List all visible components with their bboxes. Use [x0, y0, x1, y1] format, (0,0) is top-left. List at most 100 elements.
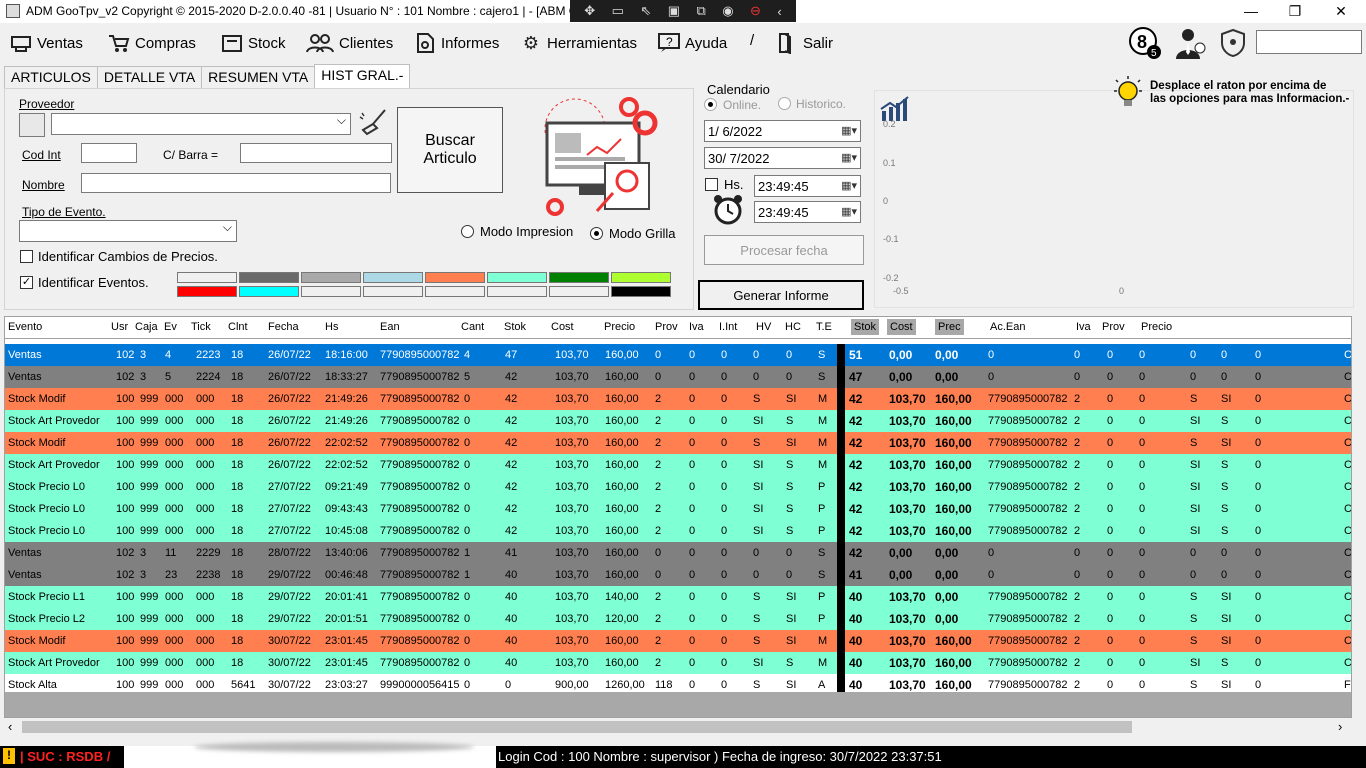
procesar-fecha-button[interactable]: Procesar fecha [704, 235, 864, 265]
menu-compras[interactable]: Compras [108, 32, 196, 54]
scroll-left-icon[interactable]: ‹ [8, 719, 12, 734]
col-header[interactable]: Stok [504, 321, 526, 333]
date-from-picker[interactable]: 1/ 6/2022 ▦▾ [704, 120, 861, 142]
proveedor-code-box[interactable] [19, 113, 45, 137]
col-header[interactable]: Prec [935, 319, 964, 335]
table-row[interactable]: Ventas 102 3 4 2223 18 26/07/22 18:16:00 7790895… [5, 344, 1351, 366]
menu-clientes[interactable]: Clientes [306, 32, 393, 54]
menu-salir[interactable]: Salir [776, 32, 833, 54]
nombre-input[interactable] [81, 173, 391, 193]
col-header[interactable]: Cant [461, 321, 484, 333]
col-header[interactable]: I.Int [719, 321, 737, 333]
table-row[interactable]: Stock Modif 100 999 000 000 18 26/07/22 21:49:2… [5, 388, 1351, 410]
table-row[interactable]: Ventas 102 3 11 2229 18 28/07/22 13:40:06 779089… [5, 542, 1351, 564]
tipo-evento-select[interactable] [19, 220, 237, 242]
identificar-eventos-checkbox[interactable]: ✓ [20, 276, 33, 289]
restore-button[interactable]: ❐ [1272, 0, 1318, 22]
col-header[interactable]: Usr [111, 321, 128, 333]
tab-articulos[interactable]: ARTICULOS [4, 66, 98, 88]
modo-impresion-radio[interactable] [461, 225, 474, 238]
col-header[interactable]: Iva [1076, 321, 1091, 333]
table-row[interactable]: Stock Precio L0 100 999 000 000 18 27/07/22 09:… [5, 476, 1351, 498]
table-cell: 0,00 [935, 370, 959, 384]
proveedor-select[interactable] [51, 113, 351, 135]
col-header[interactable]: Stok [851, 319, 880, 335]
menu-herramientas[interactable]: ⚙ Herramientas [520, 32, 637, 54]
broom-icon[interactable] [357, 107, 391, 137]
col-header[interactable]: Prov [1102, 321, 1125, 333]
historico-radio[interactable] [778, 97, 791, 110]
table-row[interactable]: Ventas 102 3 5 2224 18 26/07/22 18:33:27 7790895… [5, 366, 1351, 388]
minimize-button[interactable]: — [1228, 0, 1274, 22]
table-cell: 103,70 [555, 635, 589, 647]
col-header[interactable]: Ac.Ean [990, 321, 1025, 333]
audio-icon[interactable]: ◉ [722, 3, 733, 19]
table-row[interactable]: Stock Art Provedor 100 999 000 000 18 30/07/22… [5, 652, 1351, 674]
cbarra-input[interactable] [240, 143, 392, 163]
frame-icon[interactable]: ▣ [668, 3, 680, 19]
col-header[interactable]: Iva [689, 321, 704, 333]
generar-informe-button[interactable]: Generar Informe [698, 280, 864, 310]
video-icon[interactable]: ▭ [612, 3, 624, 19]
scroll-thumb[interactable] [22, 721, 1132, 733]
codint-input[interactable] [81, 143, 137, 163]
col-header[interactable]: Evento [8, 321, 42, 333]
stop-icon[interactable]: ⊖ [750, 3, 761, 19]
date-to-picker[interactable]: 30/ 7/2022 ▦▾ [704, 147, 861, 169]
table-row[interactable]: Ventas 102 3 23 2238 18 29/07/22 00:46:48 779089… [5, 564, 1351, 586]
table-row[interactable]: Stock Modif 100 999 000 000 18 26/07/22 22:02:5… [5, 432, 1351, 454]
table-row[interactable]: Stock Modif 100 999 000 000 18 30/07/22 23:01:4… [5, 630, 1351, 652]
buscar-articulo-button[interactable]: Buscar Articulo [397, 107, 503, 193]
col-header[interactable]: HV [756, 321, 771, 333]
menu-informes[interactable]: Informes [414, 32, 499, 54]
col-header[interactable]: Ean [380, 321, 400, 333]
time-to-picker[interactable]: 23:49:45 ▦▾ [754, 201, 861, 223]
table-row[interactable]: Stock Precio L2 100 999 000 000 18 29/07/22 20:… [5, 608, 1351, 630]
col-header[interactable]: Clnt [228, 321, 248, 333]
horizontal-scrollbar[interactable]: ‹ › [4, 718, 1352, 736]
tab-hist-gral[interactable]: HIST GRAL.- [314, 64, 411, 88]
time-from-picker[interactable]: 23:49:45 ▦▾ [754, 175, 861, 197]
move-icon[interactable]: ✥ [584, 3, 595, 19]
col-header[interactable]: Precio [604, 321, 635, 333]
menu-ayuda[interactable]: ? Ayuda [658, 32, 727, 54]
col-header[interactable]: Fecha [268, 321, 299, 333]
tab-detalle-vta[interactable]: DETALLE VTA [96, 66, 203, 88]
capture-icon[interactable]: ⧉ [696, 3, 705, 19]
col-header[interactable]: Prov [655, 321, 678, 333]
col-header[interactable]: T.E [816, 321, 832, 333]
tab-resumen-vta[interactable]: RESUMEN VTA [201, 66, 316, 88]
modo-grilla-radio[interactable] [590, 227, 603, 240]
col-header[interactable]: Tick [191, 321, 211, 333]
table-row[interactable]: Stock Precio L0 100 999 000 000 18 27/07/22 10:… [5, 520, 1351, 542]
top-search-input[interactable] [1256, 30, 1362, 54]
user-icon[interactable] [1172, 26, 1206, 60]
table-cell: 7790895000782 [380, 481, 460, 493]
close-button[interactable]: ✕ [1318, 0, 1364, 22]
col-header[interactable]: HC [785, 321, 801, 333]
col-header[interactable]: Hs [325, 321, 338, 333]
table-row[interactable]: Stock Art Provedor 100 999 000 000 18 26/07/22… [5, 410, 1351, 432]
table-cell: S [1190, 393, 1198, 405]
col-header[interactable]: Cost [551, 321, 574, 333]
col-header[interactable]: Precio [1141, 321, 1172, 333]
table-cell: 0 [1139, 613, 1146, 625]
col-header[interactable]: Caja [135, 321, 158, 333]
collapse-icon[interactable]: ‹ [777, 4, 781, 19]
table-row[interactable]: Stock Precio L0 100 999 000 000 18 27/07/22 09:… [5, 498, 1351, 520]
table-cell: Stock Alta [8, 679, 57, 691]
scroll-right-icon[interactable]: › [1338, 719, 1342, 734]
col-header[interactable]: Ev [164, 321, 177, 333]
online-radio[interactable] [704, 98, 717, 111]
col-header[interactable]: Cost [887, 319, 916, 335]
hs-checkbox[interactable] [705, 178, 718, 191]
pointer-icon[interactable]: ⇖ [640, 3, 651, 19]
table-row[interactable]: Stock Art Provedor 100 999 000 000 18 26/07/22… [5, 454, 1351, 476]
menu-ventas[interactable]: Ventas [10, 32, 83, 54]
history-grid[interactable]: Evento Usr Caja Ev Tick Clnt Fecha Hs Ean Cant Sto… [4, 316, 1352, 718]
identificar-cambios-checkbox[interactable] [20, 250, 33, 263]
shield-icon[interactable] [1216, 26, 1250, 60]
table-row[interactable]: Stock Precio L1 100 999 000 000 18 29/07/22 20:… [5, 586, 1351, 608]
notification-badge[interactable]: 85 [1128, 26, 1162, 60]
menu-stock[interactable]: Stock [221, 32, 286, 54]
